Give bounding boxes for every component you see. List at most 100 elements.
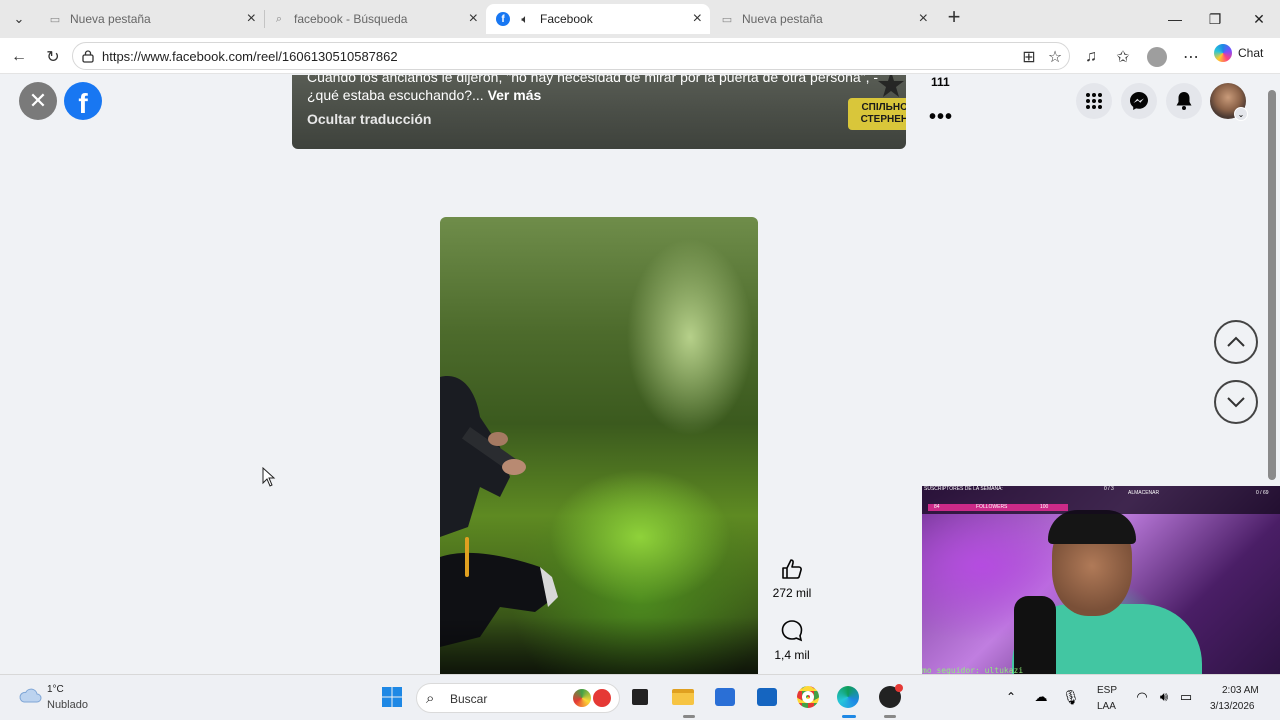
weather-temperature[interactable]: 1°C <box>47 684 64 695</box>
close-reel-button[interactable]: ✕ <box>19 82 57 120</box>
file-explorer-icon[interactable] <box>671 685 695 709</box>
stream-overlay-bar: SUSCRIPTORES DE LA SEMANA: 0 / 3 84 FOLL… <box>922 486 1280 514</box>
notifications-bell-icon[interactable] <box>1166 83 1202 119</box>
menu-grid-icon[interactable] <box>1076 83 1112 119</box>
more-options-icon[interactable]: ••• <box>929 106 953 129</box>
microphone-tray-icon[interactable]: 🎙︎ <box>1059 685 1083 709</box>
onedrive-icon[interactable]: ☁ <box>1029 685 1053 709</box>
windows-taskbar: 1°C Nublado ⌕ Buscar ⌃ ☁ 🎙︎ ESP LAA ◠ 🔊︎… <box>0 674 1280 720</box>
taskbar-search-input[interactable]: ⌕ Buscar <box>416 683 620 713</box>
app-available-icon[interactable]: ⊞ <box>1016 44 1042 70</box>
previous-reel-chevron-up-icon[interactable] <box>1214 320 1258 364</box>
edge-active-indicator <box>842 715 856 718</box>
video-frame-figure <box>440 376 558 647</box>
scrub-marker <box>465 537 469 577</box>
close-tab-icon[interactable]: × <box>919 10 928 28</box>
tab-facebook[interactable]: f 🔈︎ Facebook × <box>486 4 710 34</box>
close-tab-icon[interactable]: × <box>247 10 256 28</box>
cloud-weather-icon[interactable] <box>18 687 42 703</box>
tab-actions-chevron-icon[interactable]: ⌄ <box>6 6 32 32</box>
like-action[interactable]: 272 mil <box>762 557 822 600</box>
tab-new-tab-2[interactable]: ▭ Nueva pestaña × <box>710 4 936 34</box>
mouse-pointer-icon <box>262 467 276 487</box>
caption-line-1: Cuando los ancianos le dijeron, "no hay … <box>307 75 879 85</box>
copilot-chat-button[interactable]: Chat <box>1214 44 1263 62</box>
reload-icon[interactable]: ↻ <box>40 44 66 70</box>
page-icon: ▭ <box>49 13 61 26</box>
tab-label: Nueva pestaña <box>70 12 151 26</box>
comment-bubble-icon[interactable] <box>780 619 804 643</box>
site-info-icon[interactable] <box>81 49 95 63</box>
explorer-indicator <box>683 715 695 718</box>
search-highlight-icon-2 <box>593 689 611 707</box>
close-tab-icon[interactable]: × <box>693 10 702 28</box>
store-count: 0 / 69 <box>1256 490 1269 496</box>
next-reel-chevron-down-icon[interactable] <box>1214 380 1258 424</box>
keyboard-layout[interactable]: LAA <box>1097 701 1116 712</box>
scrollbar-thumb[interactable] <box>1268 90 1276 480</box>
close-window-icon[interactable]: ✕ <box>1236 0 1280 38</box>
address-bar[interactable]: https://www.facebook.com/reel/1606130510… <box>72 42 1070 70</box>
close-tab-icon[interactable]: × <box>469 10 478 28</box>
account-chevron-down-icon[interactable]: ⌄ <box>1234 107 1248 121</box>
weather-description[interactable]: Nublado <box>47 699 88 711</box>
obs-indicator <box>884 715 896 718</box>
tab-label: Nueva pestaña <box>742 12 823 26</box>
hide-translation-link[interactable]: Ocultar traducción <box>307 111 431 127</box>
restore-icon[interactable]: ❐ <box>1192 0 1238 38</box>
charity-emblem-icon <box>878 75 904 97</box>
microsoft-store-icon[interactable] <box>713 685 737 709</box>
volume-icon[interactable]: 🔊︎ <box>1152 685 1176 709</box>
clock-time[interactable]: 2:03 AM <box>1222 685 1259 696</box>
new-tab-plus-icon[interactable]: + <box>942 6 966 30</box>
followers-goal: 100 <box>1040 504 1049 510</box>
facebook-icon: f <box>496 12 510 26</box>
back-arrow-icon[interactable]: ← <box>6 44 32 70</box>
reel-video[interactable] <box>440 217 758 674</box>
webcam-person-cap <box>1048 510 1136 544</box>
windows-start-icon[interactable] <box>380 685 404 709</box>
comment-count: 1,4 mil <box>774 648 810 662</box>
like-thumb-icon[interactable] <box>780 557 804 581</box>
profile-icon[interactable] <box>1144 44 1170 70</box>
followers-current: 84 <box>934 504 940 510</box>
followers-label: FOLLOWERS <box>976 504 1008 510</box>
weekly-subs-label: SUSCRIPTORES DE LA SEMANA: <box>924 486 1003 492</box>
clock-date[interactable]: 3/13/2026 <box>1210 701 1255 712</box>
caption-line-2: ¿qué estaba escuchando?... <box>307 87 484 103</box>
favorites-bar-icon[interactable]: ✩ <box>1110 44 1136 70</box>
search-highlight-icon <box>573 689 591 707</box>
facebook-logo-icon[interactable]: f <box>64 82 102 120</box>
webcam-overlay: SUSCRIPTORES DE LA SEMANA: 0 / 3 84 FOLL… <box>922 486 1280 688</box>
speaker-icon[interactable]: 🔈︎ <box>518 12 532 26</box>
search-placeholder: Buscar <box>450 692 488 706</box>
tab-facebook-search[interactable]: ⌕ facebook - Búsqueda × <box>262 4 486 34</box>
battery-icon[interactable]: ▭ <box>1174 685 1198 709</box>
input-language[interactable]: ESP <box>1097 685 1117 696</box>
weekly-subs-count: 0 / 3 <box>1104 486 1114 492</box>
tab-label: Facebook <box>540 12 593 26</box>
messenger-icon[interactable] <box>1121 83 1157 119</box>
wifi-icon[interactable]: ◠ <box>1130 685 1154 709</box>
comment-action[interactable]: 1,4 mil <box>762 619 822 662</box>
task-view-icon[interactable] <box>628 685 652 709</box>
tab-new-tab-1[interactable]: ▭ Nueva pestaña × <box>38 4 264 34</box>
media-control-icon[interactable]: ♫ <box>1078 44 1104 70</box>
edge-icon[interactable] <box>836 685 860 709</box>
share-count: 111 <box>931 75 950 89</box>
see-more-link[interactable]: Ver más <box>488 87 542 103</box>
reel-caption-card: Cuando los ancianos le dijeron, "no hay … <box>292 75 906 149</box>
favorite-star-icon[interactable]: ☆ <box>1042 44 1068 70</box>
settings-more-icon[interactable]: ⋯ <box>1178 44 1204 70</box>
search-icon: ⌕ <box>275 12 283 25</box>
charity-badge: СПІЛЬНОТА СТЕРНЕНКА <box>848 98 906 130</box>
video-shade <box>440 617 758 674</box>
badge-text: СПІЛЬНОТА СТЕРНЕНКА <box>860 102 906 125</box>
like-count: 272 mil <box>772 586 812 600</box>
chrome-icon[interactable] <box>796 685 820 709</box>
tab-label: facebook - Búsqueda <box>294 12 408 26</box>
copilot-icon <box>1214 44 1232 62</box>
reel-caption: Cuando los ancianos le dijeron, "no hay … <box>307 75 887 104</box>
outlook-icon[interactable] <box>755 685 779 709</box>
tray-chevron-up-icon[interactable]: ⌃ <box>999 685 1023 709</box>
